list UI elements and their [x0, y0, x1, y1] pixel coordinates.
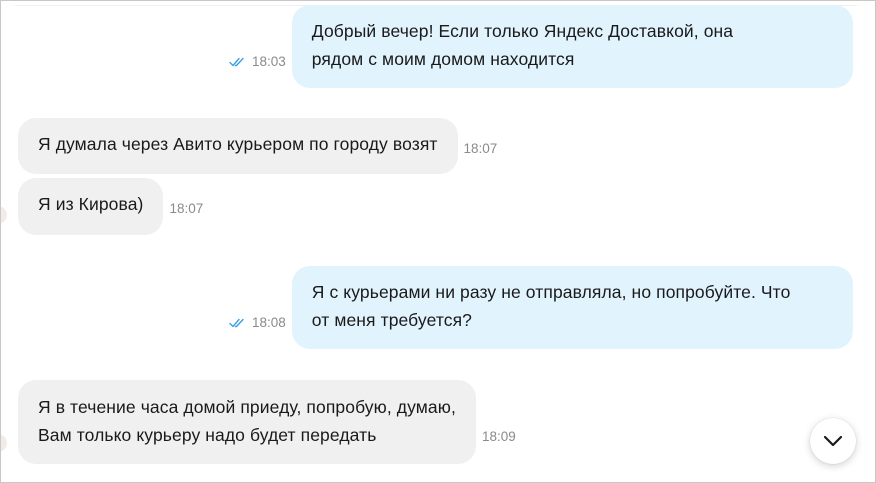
- message-text-line: рядом с моим домом находится: [311, 49, 575, 69]
- message-time: 18:03: [252, 54, 286, 69]
- message-meta: 18:07: [169, 201, 203, 216]
- message-text-line: Вам только курьеру надо будет передать: [38, 425, 377, 445]
- scroll-down-button[interactable]: [810, 418, 856, 464]
- message-meta: 18:07: [464, 141, 498, 156]
- message-meta: 18:09: [482, 429, 516, 444]
- message-bubble[interactable]: Я из Кирова): [18, 178, 164, 235]
- message-incoming: Я думала через Авито курьером по городу …: [18, 118, 497, 174]
- message-outgoing: 18:03 Добрый вечер! Если только Яндекс Д…: [229, 5, 853, 88]
- message-text-line: Я в течение часа домой приеду, попробую,…: [38, 397, 456, 417]
- message-bubble[interactable]: Я думала через Авито курьером по городу …: [18, 118, 458, 174]
- message-text-line: Я из Кирова): [38, 194, 144, 214]
- message-time: 18:07: [463, 141, 498, 156]
- message-incoming: Я из Кирова) 18:07: [18, 178, 203, 235]
- message-text-line: Я думала через Авито курьером по городу …: [38, 134, 438, 154]
- message-bubble[interactable]: Добрый вечер! Если только Яндекс Доставк…: [291, 5, 853, 88]
- message-bubble[interactable]: Я в течение часа домой приеду, попробую,…: [18, 380, 476, 464]
- message-meta: 18:08: [229, 315, 286, 330]
- message-time: 18:09: [481, 429, 516, 444]
- message-text-line: от меня требуется?: [311, 310, 472, 330]
- double-check-icon: [229, 57, 244, 66]
- message-time: 18:08: [252, 315, 286, 330]
- avatar: [1, 434, 7, 452]
- avatar: [1, 206, 7, 224]
- message-text-line: Я с курьерами ни разу не отправляла, но …: [311, 282, 791, 302]
- message-meta: 18:03: [229, 54, 286, 69]
- chevron-down-icon: [823, 435, 843, 447]
- message-text-line: Добрый вечер! Если только Яндекс Доставк…: [311, 21, 734, 41]
- message-incoming: Я в течение часа домой приеду, попробую,…: [18, 380, 516, 464]
- message-outgoing: 18:08 Я с курьерами ни разу не отправлял…: [229, 266, 853, 349]
- chat-window: 18:03 Добрый вечер! Если только Яндекс Д…: [0, 0, 876, 483]
- message-time: 18:07: [169, 201, 204, 216]
- message-bubble[interactable]: Я с курьерами ни разу не отправляла, но …: [291, 266, 853, 349]
- double-check-icon: [229, 318, 244, 327]
